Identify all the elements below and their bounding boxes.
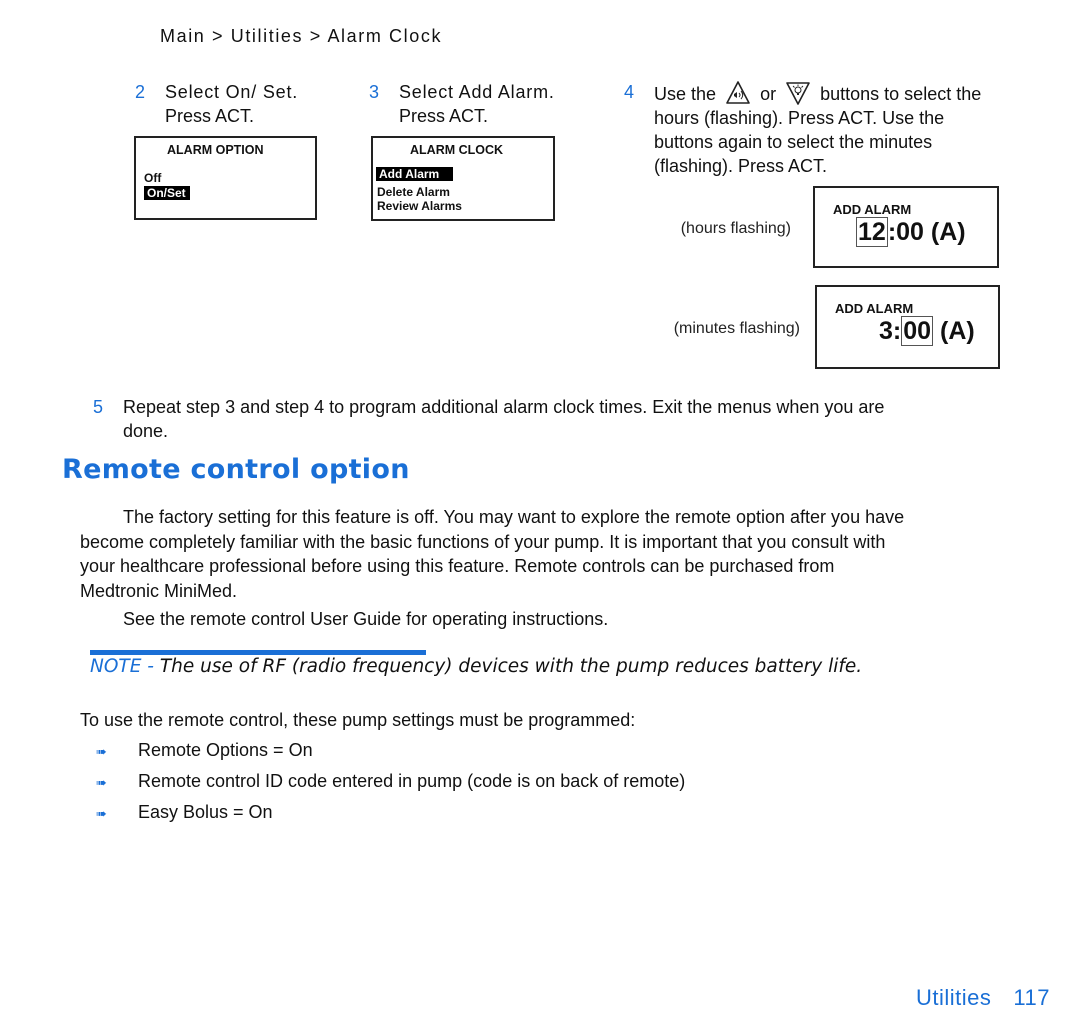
am-pm-indicator: (A): [940, 317, 975, 345]
minutes-value: 00: [896, 218, 924, 246]
am-pm-indicator: (A): [930, 218, 966, 246]
step-number: 5: [93, 397, 104, 417]
hours-value: 3: [879, 317, 893, 345]
step-number: 2: [135, 82, 146, 102]
note-divider: [90, 650, 426, 655]
screen-title: ALARM OPTION: [167, 143, 264, 157]
menu-item-on-set-selected: On/Set: [144, 186, 190, 200]
section-heading: Remote control option: [62, 454, 410, 485]
add-alarm-hours-screen: ADD ALARM 12:00 (A): [813, 186, 999, 268]
screen-title: ADD ALARM: [833, 202, 912, 217]
note-label: NOTE -: [90, 656, 154, 677]
guide-paragraph: See the remote control User Guide for op…: [123, 609, 609, 629]
hours-value-flashing: 12: [856, 217, 888, 247]
menu-item-add-alarm-selected: Add Alarm: [376, 167, 454, 181]
screen-title: ADD ALARM: [835, 301, 914, 316]
page-number: 117: [1013, 985, 1050, 1010]
page-footer: Utilities 117: [916, 985, 1050, 1011]
minutes-value-flashing: 00: [901, 316, 934, 346]
step-line: Press ACT.: [399, 106, 489, 126]
step-5: 5 Repeat step 3 and step 4 to program ad…: [93, 395, 1053, 445]
footer-section: Utilities: [916, 985, 992, 1010]
step-number: 3: [369, 82, 380, 102]
alarm-time: 3:00 (A): [879, 316, 975, 346]
note: NOTE - The use of RF (radio frequency) d…: [90, 656, 862, 677]
arrow-bullet-icon: ➠: [96, 744, 107, 759]
list-item-text: Remote Options = On: [138, 740, 313, 760]
menu-item-delete-alarm: Delete Alarm: [377, 185, 450, 199]
paragraph-line: become completely familiar with the basi…: [80, 531, 886, 552]
step-number: 4: [624, 82, 635, 102]
time-separator: :: [892, 317, 902, 345]
arrow-bullet-icon: ➠: [96, 775, 107, 790]
down-button-icon: [785, 80, 811, 106]
minutes-flashing-label: (minutes flashing): [673, 320, 800, 337]
time-separator: :: [887, 218, 897, 246]
step-line: Repeat step 3 and step 4 to program addi…: [123, 397, 885, 417]
step-3: 3 Select Add Alarm. Press ACT.: [369, 80, 599, 130]
menu-item-review-alarms: Review Alarms: [377, 199, 462, 213]
list-item-text: Remote control ID code entered in pump (…: [138, 771, 686, 791]
settings-intro: To use the remote control, these pump se…: [80, 710, 636, 730]
step-line: Select On/ Set.: [165, 82, 299, 102]
step-line: done.: [123, 421, 169, 441]
paragraph-line: Medtronic MiniMed.: [80, 580, 238, 601]
alarm-clock-screen: ALARM CLOCK Add Alarm Delete Alarm Revie…: [371, 136, 555, 221]
alarm-time: 12:00 (A): [856, 217, 966, 247]
step-2: 2 Select On/ Set. Press ACT.: [135, 80, 335, 130]
step-text: or: [760, 84, 777, 104]
breadcrumb: Main > Utilities > Alarm Clock: [160, 26, 443, 46]
step-line: Select Add Alarm.: [399, 82, 555, 102]
step-text: Use the: [654, 84, 717, 104]
step-text: buttons to select the: [820, 84, 982, 104]
step-4: 4 Use the or buttons to select the hours…: [624, 80, 1064, 180]
list-item-text: Easy Bolus = On: [138, 802, 273, 822]
step-line: buttons again to select the minutes: [654, 132, 933, 152]
note-text: The use of RF (radio frequency) devices …: [159, 656, 863, 677]
step-line: hours (flashing). Press ACT. Use the: [654, 108, 945, 128]
screen-title: ALARM CLOCK: [410, 143, 504, 157]
paragraph-line: your healthcare professional before usin…: [80, 556, 835, 576]
hours-flashing-label: (hours flashing): [680, 220, 791, 237]
step-line: Press ACT.: [165, 106, 255, 126]
add-alarm-minutes-screen: ADD ALARM 3:00 (A): [815, 285, 1000, 369]
up-button-icon: [725, 80, 751, 106]
menu-item-off: Off: [144, 171, 162, 185]
step-line: (flashing). Press ACT.: [654, 156, 828, 176]
arrow-bullet-icon: ➠: [96, 806, 107, 821]
intro-paragraph: The factory setting for this feature is …: [80, 505, 1060, 603]
alarm-option-screen: ALARM OPTION Off On/Set: [134, 136, 317, 220]
paragraph-line: The factory setting for this feature is …: [123, 507, 905, 527]
